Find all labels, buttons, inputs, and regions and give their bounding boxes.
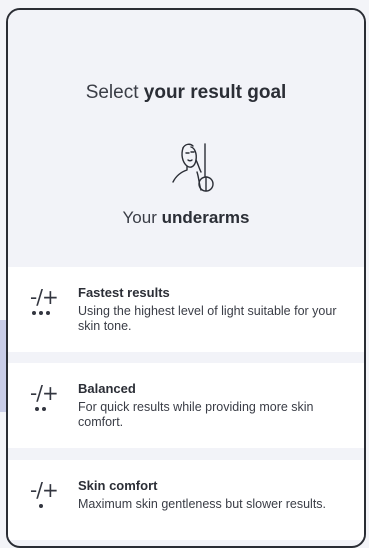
option-title: Balanced xyxy=(78,381,136,396)
option-skin-comfort[interactable]: -/+ Skin comfort Maximum skin gentleness… xyxy=(8,460,364,540)
option-description: Maximum skin gentleness but slower resul… xyxy=(78,497,327,511)
intensity-dot xyxy=(35,407,39,411)
body-area-prefix: Your xyxy=(122,208,162,227)
intensity-symbol: -/+ xyxy=(30,381,59,405)
intensity-low-icon: -/+ xyxy=(30,478,70,518)
intensity-symbol: -/+ xyxy=(30,478,59,502)
underarm-body-icon xyxy=(172,143,214,192)
intensity-dots xyxy=(32,311,56,321)
intensity-dot xyxy=(32,311,36,315)
intensity-dots xyxy=(32,504,56,514)
body-area-bold: underarms xyxy=(161,208,250,227)
header-area: Select your result goal Your underarms xyxy=(8,10,364,258)
option-fastest-results[interactable]: -/+ Fastest results Using the highest le… xyxy=(8,267,364,352)
body-area-label: Your underarms xyxy=(8,208,364,228)
option-balanced[interactable]: -/+ Balanced For quick results while pro… xyxy=(8,363,364,448)
intensity-dot xyxy=(42,407,46,411)
intensity-symbol: -/+ xyxy=(30,285,59,309)
page-title-bold: your result goal xyxy=(143,82,287,103)
intensity-medium-icon: -/+ xyxy=(30,381,70,421)
option-description: For quick results while providing more s… xyxy=(78,400,314,429)
intensity-high-icon: -/+ xyxy=(30,285,70,325)
option-title: Fastest results xyxy=(78,285,170,300)
intensity-dot xyxy=(39,311,43,315)
intensity-dots xyxy=(32,407,56,417)
page-title: Select your result goal xyxy=(8,82,364,104)
option-description: Using the highest level of light suitabl… xyxy=(78,304,337,333)
option-title: Skin comfort xyxy=(78,478,158,493)
page-title-prefix: Select xyxy=(85,82,144,103)
intensity-dot xyxy=(39,504,43,508)
intensity-dot xyxy=(46,311,50,315)
device-frame: Select your result goal Your underarms -… xyxy=(6,8,366,548)
